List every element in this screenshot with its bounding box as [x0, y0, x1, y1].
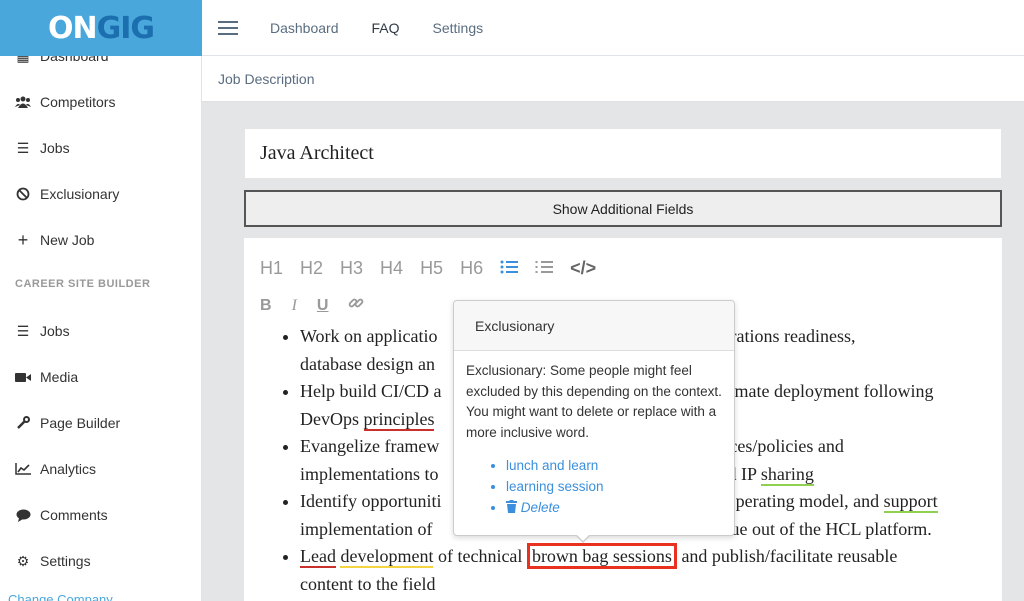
- flagged-word[interactable]: Lead: [300, 546, 336, 568]
- chart-icon: [14, 461, 32, 477]
- sidebar-item-competitors[interactable]: Competitors: [14, 90, 115, 114]
- popover-title: Exclusionary: [454, 301, 734, 351]
- numbered-list-icon[interactable]: [535, 258, 554, 279]
- sidebar-item-comments[interactable]: Comments: [14, 503, 108, 527]
- list-icon: ☰: [16, 322, 30, 339]
- comment-icon: [14, 507, 32, 523]
- link-icon[interactable]: [348, 295, 364, 316]
- sidebar-item-builder-jobs[interactable]: ☰ Jobs: [14, 319, 70, 343]
- sidebar-item-label: Analytics: [40, 461, 97, 477]
- sidebar-item-exclusionary[interactable]: Exclusionary: [14, 182, 119, 206]
- users-icon: [14, 94, 32, 110]
- wrench-icon: [14, 415, 32, 431]
- video-icon: [14, 369, 32, 385]
- flagged-word[interactable]: principles: [363, 408, 435, 431]
- sidebar-item-label: Jobs: [40, 323, 70, 339]
- hamburger-icon[interactable]: [218, 20, 238, 35]
- sidebar-item-label: New Job: [40, 232, 95, 248]
- logo-text-on: ON: [47, 10, 98, 46]
- suggestion-list: lunch and learn learning session Delete: [466, 455, 722, 518]
- ban-icon: [14, 186, 32, 202]
- code-icon[interactable]: </>: [570, 258, 596, 279]
- exclusionary-popover: Exclusionary Exclusionary: Some people m…: [453, 300, 735, 536]
- sidebar-item-settings[interactable]: ⚙ Settings: [14, 549, 91, 573]
- brand-logo[interactable]: ON GIG: [0, 0, 202, 56]
- sidebar-item-jobs[interactable]: ☰ Jobs: [14, 136, 70, 160]
- show-additional-fields-button[interactable]: Show Additional Fields: [244, 190, 1002, 227]
- h2-button[interactable]: H2: [300, 258, 323, 279]
- editor-toolbar-row1: H1 H2 H3 H4 H5 H6 </>: [260, 258, 613, 279]
- highlighted-exclusionary-phrase[interactable]: brown bag sessions: [526, 543, 677, 569]
- h5-button[interactable]: H5: [420, 258, 443, 279]
- bullet-list-icon[interactable]: [500, 258, 519, 279]
- sidebar-item-label: Exclusionary: [40, 186, 120, 202]
- sidebar-item-label: Comments: [40, 507, 108, 523]
- change-company-link[interactable]: Change Company: [8, 592, 113, 601]
- sidebar-section-title: CAREER SITE BUILDER: [15, 278, 151, 290]
- sidebar-item-media[interactable]: Media: [14, 365, 78, 389]
- delete-label: Delete: [520, 500, 560, 515]
- h6-button[interactable]: H6: [460, 258, 483, 279]
- sidebar: ▦ Dashboard Competitors ☰ Jobs Exclusion…: [0, 0, 202, 601]
- list-icon: ☰: [16, 139, 30, 156]
- gear-icon: ⚙: [16, 552, 30, 569]
- breadcrumb-item: Job Description: [218, 71, 315, 87]
- sidebar-item-label: Page Builder: [40, 415, 121, 431]
- breadcrumb: Job Description: [202, 57, 1024, 102]
- delete-suggestion[interactable]: Delete: [506, 497, 722, 518]
- popover-message: Exclusionary: Some people might feel exc…: [466, 363, 722, 440]
- h1-button[interactable]: H1: [260, 258, 283, 279]
- topnav-settings[interactable]: Settings: [433, 20, 484, 36]
- h4-button[interactable]: H4: [380, 258, 403, 279]
- sidebar-item-label: Jobs: [40, 140, 70, 156]
- logo-text-gig: GIG: [96, 10, 155, 46]
- sidebar-item-label: Competitors: [40, 94, 116, 110]
- italic-button[interactable]: I: [292, 297, 297, 315]
- sidebar-item-new-job[interactable]: + New Job: [14, 228, 95, 252]
- sidebar-item-analytics[interactable]: Analytics: [14, 457, 96, 481]
- editor-toolbar-row2: B I U: [260, 295, 384, 316]
- sidebar-item-label: Settings: [40, 553, 91, 569]
- sidebar-item-label: Media: [40, 369, 79, 385]
- flagged-word[interactable]: sharing: [760, 463, 814, 486]
- topnav-dashboard[interactable]: Dashboard: [270, 20, 339, 36]
- plus-icon: +: [17, 229, 29, 250]
- popover-arrow: [575, 534, 591, 543]
- h3-button[interactable]: H3: [340, 258, 363, 279]
- suggestion-item[interactable]: learning session: [506, 476, 722, 497]
- underline-button[interactable]: U: [317, 297, 329, 315]
- suggestion-item[interactable]: lunch and learn: [506, 455, 722, 476]
- sidebar-item-page-builder[interactable]: Page Builder: [14, 411, 120, 435]
- trash-icon: [506, 500, 517, 515]
- job-title-input[interactable]: Java Architect: [244, 128, 1002, 179]
- bold-button[interactable]: B: [260, 297, 272, 315]
- flagged-word[interactable]: development: [340, 546, 434, 568]
- flagged-word[interactable]: support: [883, 491, 938, 513]
- top-navbar: Dashboard FAQ Settings: [202, 0, 1024, 56]
- topnav-faq[interactable]: FAQ: [372, 20, 400, 36]
- list-item: Lead development of technical brown bag …: [300, 543, 994, 598]
